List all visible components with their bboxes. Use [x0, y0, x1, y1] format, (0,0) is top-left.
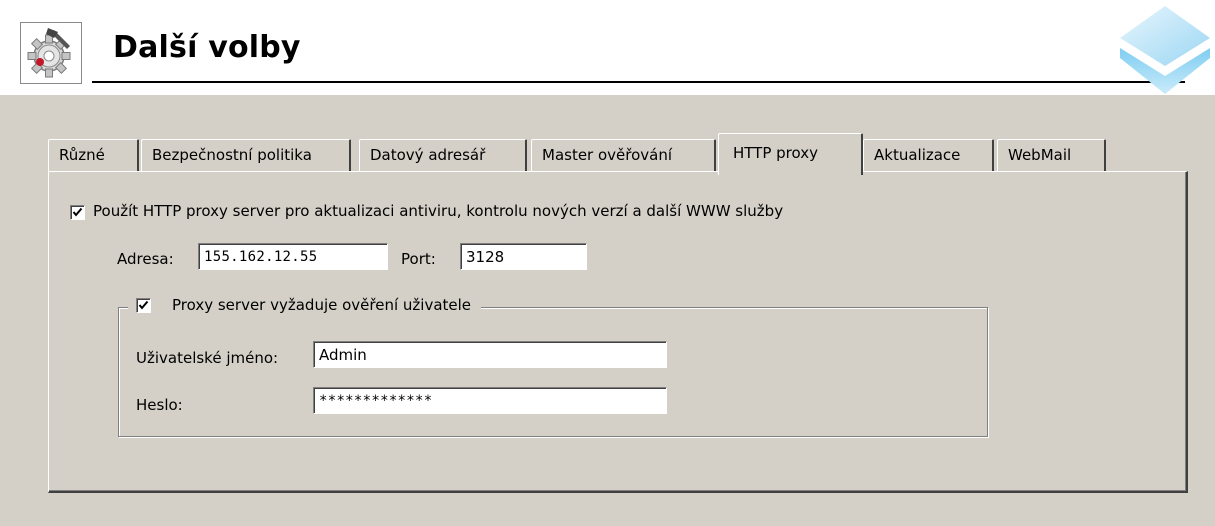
address-input[interactable]: 155.162.12.55	[198, 243, 388, 270]
checkmark-icon	[138, 300, 149, 310]
port-input[interactable]: 3128	[460, 243, 587, 270]
proxy-auth-legend: Proxy server vyžaduje ověření uživatele	[128, 292, 482, 318]
tab-bezpecnostni-politika[interactable]: Bezpečnostní politika	[141, 139, 351, 172]
port-label: Port:	[401, 250, 436, 268]
tab-aktualizace[interactable]: Aktualizace	[863, 139, 994, 172]
checkmark-icon	[72, 207, 83, 217]
tab-http-proxy[interactable]: HTTP proxy	[718, 133, 863, 175]
password-input[interactable]: *************	[313, 387, 667, 414]
use-proxy-checkbox[interactable]	[70, 205, 85, 220]
use-proxy-label: Použít HTTP proxy server pro aktualizaci…	[93, 202, 784, 220]
dialog-header: Další volby	[0, 0, 1215, 95]
settings-gear-icon	[20, 22, 82, 84]
address-label: Adresa:	[117, 250, 174, 268]
tab-webmail[interactable]: WebMail	[997, 139, 1106, 172]
proxy-auth-groupbox	[118, 307, 988, 437]
tab-master-overovani[interactable]: Master ověřování	[531, 139, 716, 172]
header-divider	[92, 81, 1185, 83]
tab-datovy-adresar[interactable]: Datový adresář	[359, 139, 527, 172]
blue-diamond-logo	[1120, 6, 1210, 94]
proxy-auth-label: Proxy server vyžaduje ověření uživatele	[172, 296, 472, 314]
tab-ruzne[interactable]: Různé	[48, 139, 139, 172]
page-title: Další volby	[113, 30, 301, 65]
password-label: Heslo:	[136, 396, 183, 414]
username-label: Uživatelské jméno:	[136, 349, 279, 367]
proxy-auth-checkbox[interactable]	[136, 298, 151, 313]
username-input[interactable]: Admin	[313, 341, 667, 368]
